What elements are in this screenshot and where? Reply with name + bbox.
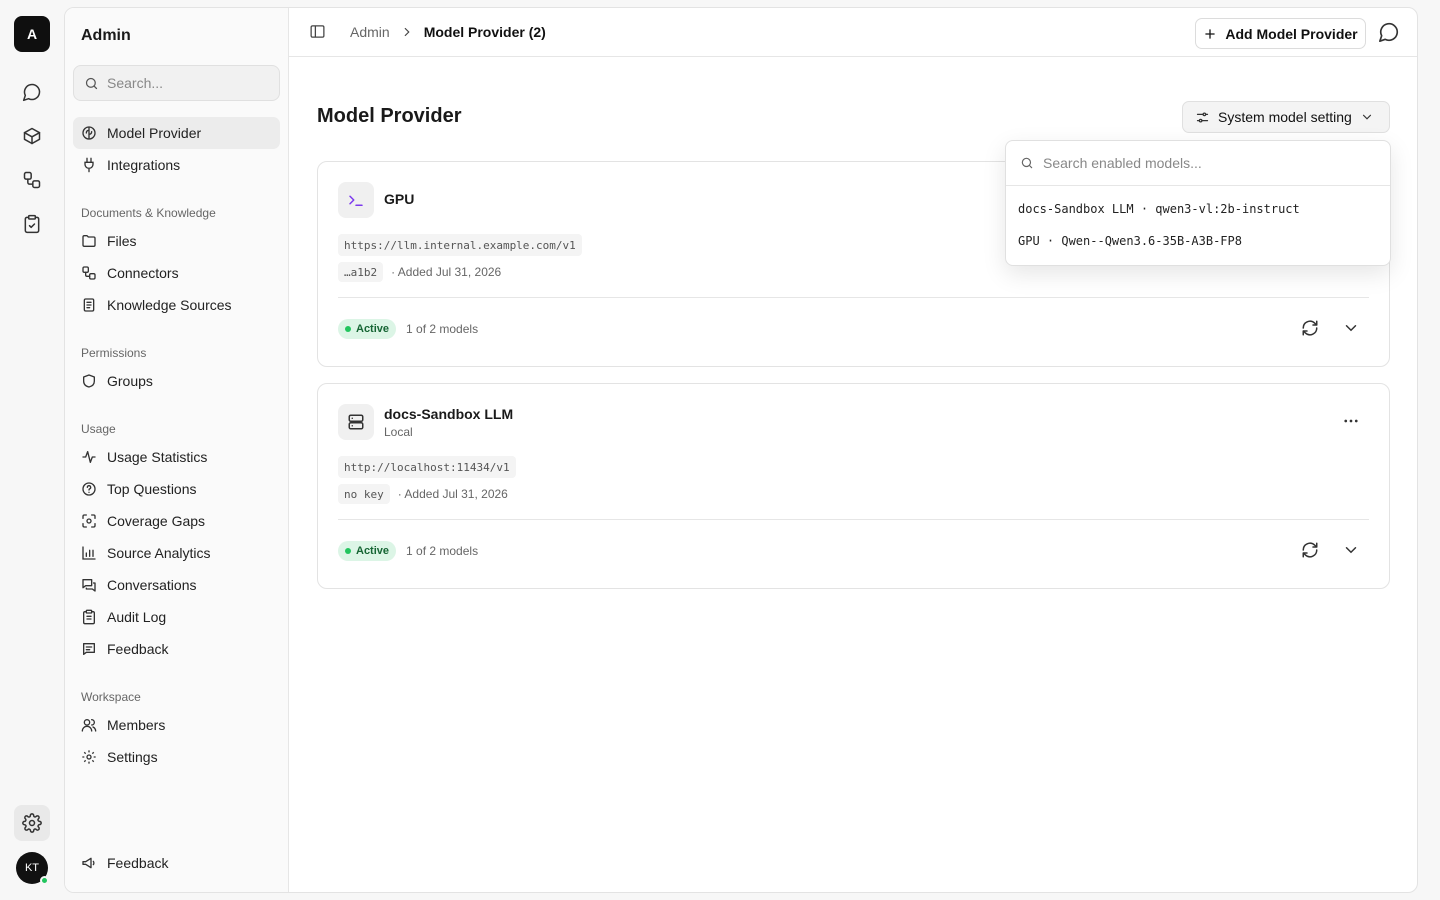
settings-gear-icon[interactable] xyxy=(14,805,50,841)
dropdown-model-option[interactable]: GPU · Qwen--Qwen3.6-35B-A3B-FP8 xyxy=(1018,234,1242,248)
sidebar-item-knowledge-sources[interactable]: Knowledge Sources xyxy=(73,289,280,321)
connector-icon xyxy=(82,266,96,280)
sidebar-item-settings[interactable]: Settings xyxy=(73,741,280,773)
icon-rail: A KT xyxy=(0,0,64,900)
expand-chevron-icon[interactable] xyxy=(1342,541,1360,559)
help-circle-icon xyxy=(82,482,96,496)
book-icon xyxy=(83,298,95,312)
provider-name: docs-Sandbox LLM xyxy=(384,406,514,422)
sidebar-item-audit-log[interactable]: Audit Log xyxy=(73,601,280,633)
sidebar-item-integrations[interactable]: Integrations xyxy=(73,149,280,181)
workflow-icon[interactable] xyxy=(14,162,50,198)
models-count: 1 of 2 models xyxy=(406,544,479,558)
provider-status: Active 1 of 2 models xyxy=(338,541,478,561)
sidebar-search-input[interactable]: Search... xyxy=(73,65,280,101)
sidebar-search-placeholder: Search... xyxy=(107,75,164,91)
sidebar-item-usage-statistics[interactable]: Usage Statistics xyxy=(73,441,280,473)
card-divider xyxy=(338,297,1369,298)
scan-icon xyxy=(82,514,96,528)
sidebar-item-connectors[interactable]: Connectors xyxy=(73,257,280,289)
system-model-setting-button[interactable]: System model setting xyxy=(1182,101,1390,133)
breadcrumb-current: Model Provider (2) xyxy=(423,23,546,40)
system-model-dropdown: Search enabled models... docs-Sandbox LL… xyxy=(1005,140,1391,266)
activity-icon xyxy=(82,451,96,463)
sidebar-group-usage: Usage xyxy=(81,422,116,436)
api-key-badge: no key xyxy=(338,484,390,504)
plus-icon xyxy=(1205,28,1216,39)
sidebar-item-conversations[interactable]: Conversations xyxy=(73,569,280,601)
megaphone-icon xyxy=(82,857,95,869)
sidebar-group-workspace: Workspace xyxy=(81,690,141,704)
status-badge: Active xyxy=(338,541,397,561)
sidebar-footer-feedback[interactable]: Feedback xyxy=(73,847,280,879)
main-frame: Admin Search... Model Provider Integrati… xyxy=(64,7,1418,893)
breadcrumb-admin[interactable]: Admin xyxy=(350,24,390,40)
sidebar-title: Admin xyxy=(81,27,131,44)
gear-icon xyxy=(82,750,96,764)
more-options-icon[interactable] xyxy=(1342,412,1360,430)
search-icon xyxy=(1021,157,1033,169)
provider-url: https://llm.internal.example.com/v1 xyxy=(338,234,582,256)
provider-meta: …a1b2 · Added Jul 31, 2026 xyxy=(338,262,501,282)
api-key-badge: …a1b2 xyxy=(338,262,384,282)
provider-status: Active 1 of 2 models xyxy=(338,319,478,339)
cube-icon[interactable] xyxy=(14,118,50,154)
dropdown-search-input[interactable]: Search enabled models... xyxy=(1006,141,1390,186)
sidebar-item-feedback[interactable]: Feedback xyxy=(73,633,280,665)
chevron-down-icon xyxy=(1362,114,1371,120)
server-icon xyxy=(338,404,374,440)
provider-meta: no key · Added Jul 31, 2026 xyxy=(338,484,508,504)
provider-url: http://localhost:11434/v1 xyxy=(338,456,516,478)
plug-icon xyxy=(84,157,94,173)
sidebar-group-permissions: Permissions xyxy=(81,346,147,360)
bar-chart-icon xyxy=(82,546,96,560)
brain-icon xyxy=(82,126,96,140)
added-date: · Added Jul 31, 2026 xyxy=(391,265,502,279)
content-area: Admin Model Provider (2) Add Model Provi… xyxy=(289,8,1417,892)
messages-icon xyxy=(82,579,96,592)
models-count: 1 of 2 models xyxy=(406,322,479,336)
sidebar-item-files[interactable]: Files xyxy=(73,225,280,257)
message-square-text-icon xyxy=(83,643,95,655)
online-status-dot xyxy=(40,876,49,885)
provider-name: GPU xyxy=(384,191,415,207)
users-icon xyxy=(81,719,97,732)
clipboard-check-icon[interactable] xyxy=(14,206,50,242)
breadcrumb: Admin Model Provider (2) xyxy=(309,23,546,40)
expand-chevron-icon[interactable] xyxy=(1342,319,1360,337)
chat-bubble-icon[interactable] xyxy=(1378,21,1400,43)
workspace-logo[interactable]: A xyxy=(14,16,50,52)
refresh-icon[interactable] xyxy=(1301,319,1319,337)
refresh-icon[interactable] xyxy=(1301,541,1319,559)
card-divider xyxy=(338,519,1369,520)
admin-sidebar: Admin Search... Model Provider Integrati… xyxy=(65,8,289,892)
terminal-icon xyxy=(338,182,374,218)
added-date: · Added Jul 31, 2026 xyxy=(397,487,508,501)
sidebar-toggle-icon[interactable] xyxy=(309,23,326,40)
provider-subtitle: Local xyxy=(384,425,413,439)
folder-icon xyxy=(82,235,96,247)
provider-card-docs-sandbox: docs-Sandbox LLM Local http://localhost:… xyxy=(317,383,1390,589)
page-title: Model Provider xyxy=(317,105,462,127)
chevron-right-icon xyxy=(404,27,410,36)
dropdown-model-option[interactable]: docs-Sandbox LLM · qwen3-vl:2b-instruct xyxy=(1018,202,1300,216)
chat-icon[interactable] xyxy=(14,74,50,110)
shield-icon xyxy=(83,374,95,388)
status-badge: Active xyxy=(338,319,397,339)
sidebar-item-groups[interactable]: Groups xyxy=(73,365,280,397)
clipboard-list-icon xyxy=(83,609,95,625)
search-icon xyxy=(85,77,98,89)
top-bar: Admin Model Provider (2) Add Model Provi… xyxy=(289,8,1417,57)
sidebar-item-coverage-gaps[interactable]: Coverage Gaps xyxy=(73,505,280,537)
sidebar-item-members[interactable]: Members xyxy=(73,709,280,741)
sidebar-item-model-provider[interactable]: Model Provider xyxy=(73,117,280,149)
sidebar-item-top-questions[interactable]: Top Questions xyxy=(73,473,280,505)
sliders-icon xyxy=(1196,112,1209,122)
sidebar-group-documents: Documents & Knowledge xyxy=(81,206,216,220)
sidebar-item-source-analytics[interactable]: Source Analytics xyxy=(73,537,280,569)
add-model-provider-button[interactable]: Add Model Provider xyxy=(1195,18,1366,49)
